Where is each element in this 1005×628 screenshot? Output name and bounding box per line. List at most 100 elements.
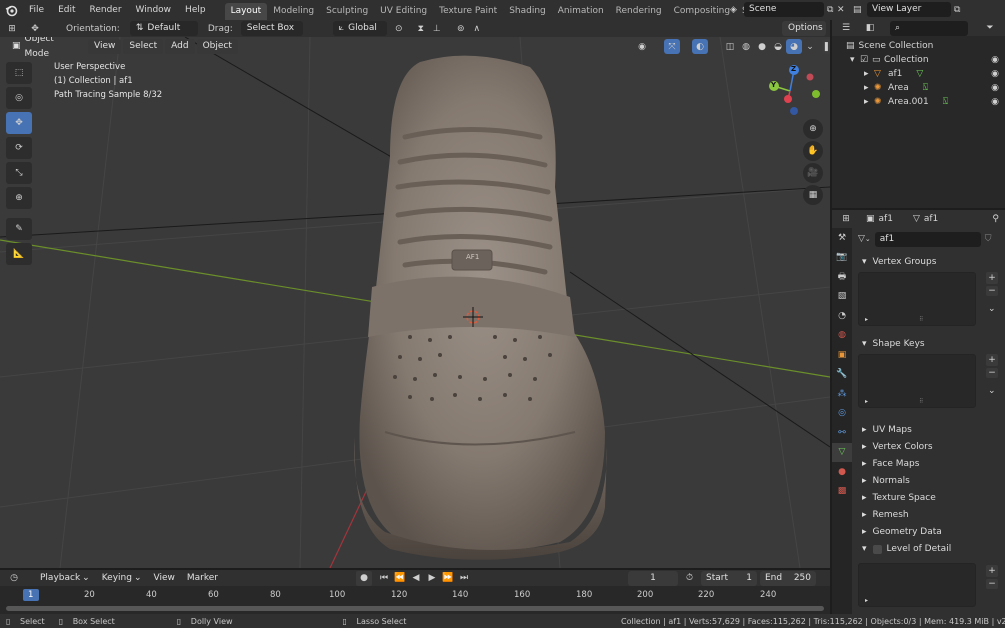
outliner-item-af1[interactable]: ▸ ▽ af1 ▽ ◉ bbox=[832, 67, 1005, 81]
zoom-icon[interactable]: ⊕ bbox=[803, 119, 823, 139]
current-frame-field[interactable]: 1 bbox=[628, 570, 678, 586]
physics-tab-icon[interactable]: ◎ bbox=[832, 404, 852, 424]
marker-menu[interactable]: Marker bbox=[180, 570, 224, 586]
vertex-group-specials-icon[interactable]: ⌄ bbox=[988, 304, 996, 314]
playback-menu[interactable]: Playback ⌄ bbox=[34, 570, 96, 586]
outliner-item-collection[interactable]: ▾ ☑ ▭ Collection ◉ bbox=[832, 53, 1005, 67]
snap-target-icon[interactable]: ⊥ bbox=[429, 21, 445, 36]
menu-edit[interactable]: Edit bbox=[51, 0, 82, 20]
remove-lod-button[interactable]: − bbox=[986, 579, 998, 589]
measure-tool-icon[interactable]: 📐 bbox=[6, 243, 32, 265]
shoe-model[interactable] bbox=[354, 55, 608, 560]
expand-arrow-icon[interactable]: ▸ bbox=[864, 81, 874, 95]
list-expand-icon[interactable]: ▸ bbox=[865, 597, 868, 604]
navigation-gizmo[interactable] bbox=[766, 65, 830, 125]
world-tab-icon[interactable]: ◍ bbox=[832, 326, 852, 346]
scene-tab-icon[interactable]: ◔ bbox=[832, 306, 852, 326]
eye-icon[interactable]: ◉ bbox=[991, 67, 999, 81]
snap-icon[interactable]: ⧗ bbox=[413, 21, 429, 36]
tab-shading[interactable]: Shading bbox=[503, 3, 552, 20]
vertex-groups-list[interactable]: ▸ ⠿ bbox=[858, 272, 976, 326]
tab-layout[interactable]: Layout bbox=[224, 2, 268, 20]
camera-view-icon[interactable]: 🎥 bbox=[803, 163, 823, 183]
overlays-toggle-icon[interactable]: ◐ bbox=[692, 39, 708, 54]
play-reverse-icon[interactable]: ◀ bbox=[408, 571, 424, 586]
scene-field[interactable]: Scene bbox=[744, 2, 824, 17]
move-tool-icon[interactable]: ✥ bbox=[24, 21, 46, 36]
level-of-detail-panel[interactable]: ▾ Level of Detail bbox=[854, 541, 1003, 557]
modifier-tab-icon[interactable]: 🔧 bbox=[832, 365, 852, 385]
particles-tab-icon[interactable]: ⁂ bbox=[832, 384, 852, 404]
pivot-point-icon[interactable]: ⊙ bbox=[391, 21, 407, 36]
object-mode-dropdown[interactable]: ▣ Object Mode bbox=[6, 37, 84, 59]
lod-checkbox-icon[interactable] bbox=[872, 544, 882, 554]
expand-arrow-icon[interactable]: ▸ bbox=[864, 95, 874, 109]
view-layer-tab-icon[interactable]: ▧ bbox=[832, 287, 852, 307]
outliner-item-area-001[interactable]: ▸ ✺ Area.001 ⍂ ◉ bbox=[832, 95, 1005, 109]
falloff-icon[interactable]: ∧ bbox=[469, 21, 485, 36]
lod-list[interactable]: ▸ bbox=[858, 563, 976, 607]
object-tab-icon[interactable]: ▣ bbox=[832, 345, 852, 365]
prev-keyframe-icon[interactable]: ⏪ bbox=[392, 571, 408, 586]
fake-user-icon[interactable]: ⛉ bbox=[985, 234, 992, 244]
shape-keys-list[interactable]: ▸ ⠿ bbox=[858, 354, 976, 408]
cursor-tool-icon[interactable]: ◎ bbox=[6, 87, 32, 109]
timeline-scrollbar[interactable] bbox=[6, 606, 824, 611]
3d-viewport[interactable]: AF1 User Perspective (1) Collection | af… bbox=[0, 37, 830, 568]
view-layer-field[interactable]: View Layer bbox=[867, 2, 951, 17]
keying-menu[interactable]: Keying ⌄ bbox=[95, 570, 148, 586]
remove-vertex-group-button[interactable]: − bbox=[986, 286, 998, 296]
filter-icon[interactable]: ⏷ bbox=[982, 21, 998, 36]
menu-file[interactable]: File bbox=[22, 0, 51, 20]
perspective-grid-icon[interactable]: ▦ bbox=[803, 185, 823, 205]
datablock-dropdown-icon[interactable]: ⌄ bbox=[865, 235, 871, 243]
transform-tool-icon[interactable]: ⊕ bbox=[6, 187, 32, 209]
tab-animation[interactable]: Animation bbox=[552, 3, 610, 20]
uv-maps-panel[interactable]: ▸ UV Maps bbox=[854, 422, 1003, 438]
tool-tab-icon[interactable]: ⚒ bbox=[832, 228, 852, 248]
transform-orientation-dropdown[interactable]: ⟀ Global bbox=[332, 21, 387, 36]
stopwatch-icon[interactable]: ⏱ bbox=[686, 573, 693, 583]
add-shape-key-button[interactable]: + bbox=[986, 354, 998, 366]
add-menu[interactable]: Add bbox=[165, 39, 195, 54]
remove-shape-key-button[interactable]: − bbox=[986, 368, 998, 378]
checkbox-icon[interactable]: ☑ bbox=[860, 53, 872, 67]
outliner-scene-collection[interactable]: ▤ Scene Collection bbox=[832, 39, 1005, 53]
visibility-icon[interactable]: ◉ bbox=[634, 39, 650, 54]
resize-grip-icon[interactable]: ⠿ bbox=[919, 316, 923, 323]
drag-dropdown[interactable]: Select Box bbox=[240, 21, 303, 36]
add-vertex-group-button[interactable]: + bbox=[986, 272, 998, 284]
solid-shading-icon[interactable]: ● bbox=[754, 39, 770, 54]
move-tool-active-icon[interactable]: ✥ bbox=[6, 112, 32, 134]
vertex-colors-panel[interactable]: ▸ Vertex Colors bbox=[854, 439, 1003, 455]
end-frame-field[interactable]: End 250 bbox=[760, 570, 816, 586]
options-button[interactable]: Options bbox=[782, 21, 826, 36]
face-maps-panel[interactable]: ▸ Face Maps bbox=[854, 456, 1003, 472]
vertex-groups-panel[interactable]: ▾ Vertex Groups bbox=[854, 254, 1003, 270]
view-menu[interactable]: View bbox=[88, 39, 122, 54]
menu-help[interactable]: Help bbox=[178, 0, 213, 20]
tab-rendering[interactable]: Rendering bbox=[610, 3, 668, 20]
pause-render-icon[interactable]: ❚❚ bbox=[822, 39, 830, 54]
tab-sculpting[interactable]: Sculpting bbox=[320, 3, 374, 20]
render-tab-icon[interactable]: 📷 bbox=[832, 248, 852, 268]
tab-texture-paint[interactable]: Texture Paint bbox=[433, 3, 503, 20]
outliner-search[interactable]: ⌕ bbox=[890, 20, 968, 36]
expand-arrow-icon[interactable]: ▾ bbox=[850, 53, 860, 67]
timeline-editor-icon[interactable]: ◷ bbox=[6, 571, 22, 586]
scale-tool-icon[interactable]: ⤡ bbox=[6, 162, 32, 184]
select-menu[interactable]: Select bbox=[123, 39, 164, 54]
blender-logo-icon[interactable] bbox=[0, 3, 22, 18]
tab-compositing[interactable]: Compositing bbox=[668, 3, 736, 20]
copy-scene-icon[interactable]: ⧉ bbox=[827, 5, 837, 15]
outliner-item-area[interactable]: ▸ ✺ Area ⍂ ◉ bbox=[832, 81, 1005, 95]
texture-tab-icon[interactable]: ▩ bbox=[832, 482, 852, 502]
outliner-editor-icon[interactable]: ☰ bbox=[838, 21, 854, 36]
list-expand-icon[interactable]: ▸ bbox=[865, 398, 868, 405]
editor-type-icon[interactable]: ⊞ bbox=[0, 21, 24, 36]
shape-keys-panel[interactable]: ▾ Shape Keys bbox=[854, 336, 1003, 352]
mesh-name-field[interactable]: af1 bbox=[874, 231, 981, 247]
material-shading-icon[interactable]: ◒ bbox=[770, 39, 786, 54]
pin-icon[interactable]: ⚲ bbox=[992, 214, 999, 224]
display-mode-icon[interactable]: ◧ bbox=[862, 21, 878, 36]
